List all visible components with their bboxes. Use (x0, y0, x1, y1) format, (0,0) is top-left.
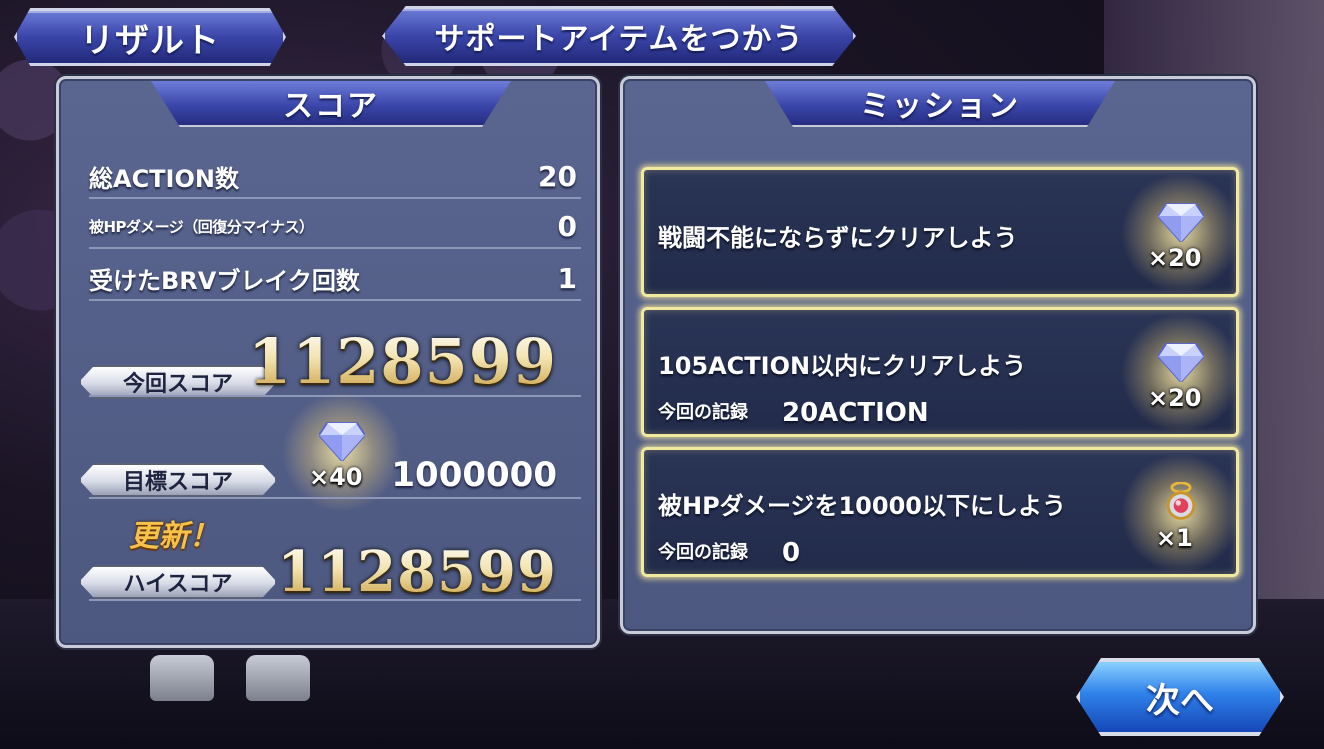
diamond-gem-icon (1158, 203, 1204, 242)
mission-reward: ×20 (1116, 168, 1246, 298)
stat-row-total-actions: 総ACTION数 20 (89, 155, 581, 199)
score-updated-label: 更新！ (129, 519, 219, 554)
mission-record-label: 今回の記録 (658, 402, 748, 423)
reward-quantity: ×40 (309, 463, 363, 491)
target-reward: ×40 (277, 387, 407, 517)
mission-card: 105ACTION以内にクリアしよう 今回の記録 20ACTION ×20 (641, 307, 1246, 438)
mission-title: 戦闘不能にならずにクリアしよう (658, 224, 1018, 252)
divider (89, 599, 581, 601)
high-score-label: ハイスコア (79, 565, 277, 599)
diamond-gem-icon (319, 422, 365, 461)
stat-value: 1 (557, 261, 577, 295)
mission-reward: ×20 (1116, 308, 1246, 438)
character-feet (150, 655, 310, 705)
mission-record-value: 0 (782, 538, 801, 568)
divider (89, 497, 581, 499)
score-panel-header: スコア (151, 81, 511, 127)
mission-panel: ミッション 戦闘不能にならずにクリアしよう ×20 105ACTION以内にクリ… (620, 76, 1256, 634)
stat-row-hp-damage: 被HPダメージ（回復分マイナス） 0 (89, 205, 581, 249)
mission-card: 戦闘不能にならずにクリアしよう ×20 (641, 167, 1246, 298)
tab-support-items[interactable]: サポートアイテムをつかう (382, 6, 856, 66)
reward-quantity: ×1 (1156, 524, 1193, 552)
score-panel: スコア 総ACTION数 20 被HPダメージ（回復分マイナス） 0 受けたBR… (56, 76, 600, 648)
mission-card: 被HPダメージを10000以下にしよう 今回の記録 0 ×1 (641, 447, 1246, 578)
stat-label: 被HPダメージ（回復分マイナス） (89, 217, 314, 236)
target-score-label: 目標スコア (79, 463, 277, 497)
mission-title: 105ACTION以内にクリアしよう (658, 352, 1027, 380)
target-score-value: 1000000 (391, 455, 557, 495)
reward-quantity: ×20 (1148, 244, 1202, 272)
high-score-value: 1128599 (277, 539, 557, 605)
stat-row-brv-breaks: 受けたBRVブレイク回数 1 (89, 257, 581, 301)
mission-title: 被HPダメージを10000以下にしよう (658, 492, 1066, 520)
reward-quantity: ×20 (1148, 384, 1202, 412)
diamond-gem-icon (1158, 343, 1204, 382)
mission-reward: ×1 (1116, 448, 1246, 578)
crystal-amulet-icon (1166, 482, 1196, 520)
tab-result[interactable]: リザルト (14, 8, 286, 66)
stat-value: 20 (538, 159, 577, 193)
mission-panel-header: ミッション (765, 81, 1115, 127)
mission-record-label: 今回の記録 (658, 542, 748, 563)
mission-record-value: 20ACTION (782, 398, 929, 428)
stat-label: 総ACTION数 (89, 164, 239, 193)
stat-value: 0 (557, 209, 577, 243)
stat-label: 受けたBRVブレイク回数 (89, 266, 360, 295)
next-button[interactable]: 次へ (1076, 658, 1284, 736)
